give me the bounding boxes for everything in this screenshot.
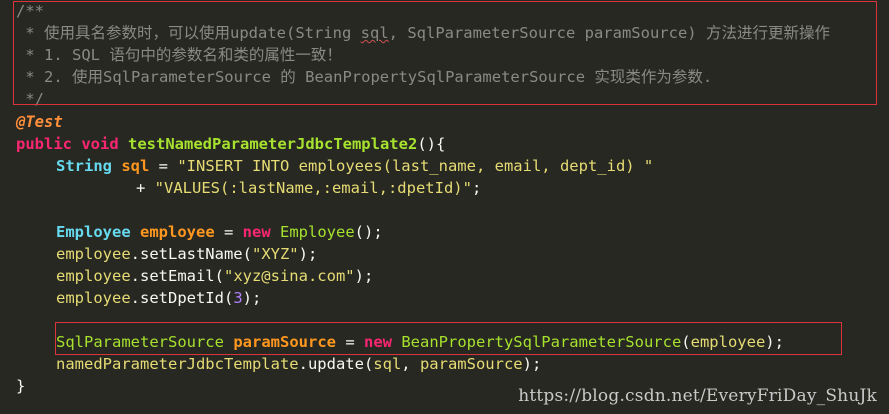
semicolon: ; xyxy=(471,179,482,197)
sql-continuation-line: + "VALUES(:lastName,:email,:dpetId)"; xyxy=(136,177,481,199)
set-dpetid-line: employee.setDpetId(3); xyxy=(56,287,261,309)
var-sql: sql xyxy=(121,157,150,175)
string-email: "xyz@sina.com" xyxy=(223,267,355,285)
string-xyz: "XYZ" xyxy=(251,245,299,263)
method-tail: (){ xyxy=(417,135,446,153)
assign-op: = xyxy=(214,223,243,241)
call-end: ); xyxy=(242,289,262,307)
assign-op: = xyxy=(149,157,178,175)
call-setDpetId: .setDpetId( xyxy=(130,289,234,307)
string-insert: "INSERT INTO employees(last_name, email,… xyxy=(177,157,654,175)
comment-highlight-box xyxy=(13,1,877,105)
call-end: ); xyxy=(354,267,374,285)
comma: , xyxy=(401,355,420,373)
string-values: "VALUES(:lastName,:email,:dpetId)" xyxy=(154,179,472,197)
sql-declaration-line: String sql = "INSERT INTO employees(last… xyxy=(56,155,653,177)
plus-op: + xyxy=(136,179,155,197)
number-3: 3 xyxy=(233,289,243,307)
ctor-tail: (); xyxy=(354,223,383,241)
method-name: testNamedParameterJdbcTemplate2 xyxy=(128,135,418,153)
update-call-line: namedParameterJdbcTemplate.update(sql, p… xyxy=(56,353,541,375)
type-employee: Employee xyxy=(56,223,131,241)
set-lastname-line: employee.setLastName("XYZ"); xyxy=(56,243,317,265)
param-source-highlight-box xyxy=(55,322,842,355)
ctor-employee: Employee xyxy=(280,223,355,241)
employee-ref: employee xyxy=(56,289,131,307)
employee-ref: employee xyxy=(56,245,131,263)
set-email-line: employee.setEmail("xyz@sina.com"); xyxy=(56,265,373,287)
employee-ref: employee xyxy=(56,267,131,285)
keyword-public: public xyxy=(16,135,72,153)
employee-declaration-line: Employee employee = new Employee(); xyxy=(56,221,383,243)
closing-brace: } xyxy=(16,377,26,395)
call-setLastName: .setLastName( xyxy=(130,245,252,263)
keyword-void: void xyxy=(81,135,119,153)
keyword-new: new xyxy=(242,223,271,241)
test-annotation: @Test xyxy=(16,113,63,131)
call-setEmail: .setEmail( xyxy=(130,267,224,285)
call-end: ); xyxy=(298,245,318,263)
var-employee: employee xyxy=(140,223,215,241)
call-update: .update( xyxy=(298,355,374,373)
template-ref: namedParameterJdbcTemplate xyxy=(56,355,299,373)
arg-sql: sql xyxy=(373,355,402,373)
type-string: String xyxy=(56,157,112,175)
arg-param-source: paramSource xyxy=(419,355,523,373)
code-editor[interactable]: /** * 使用具名参数时，可以使用update(String sql, Sql… xyxy=(0,0,889,414)
annotation-line: @Test xyxy=(16,111,63,133)
call-end: ); xyxy=(522,355,542,373)
watermark-url: https://blog.csdn.net/EveryFriDay_ShuJk xyxy=(518,386,877,406)
method-signature-line: public void testNamedParameterJdbcTempla… xyxy=(16,133,445,155)
